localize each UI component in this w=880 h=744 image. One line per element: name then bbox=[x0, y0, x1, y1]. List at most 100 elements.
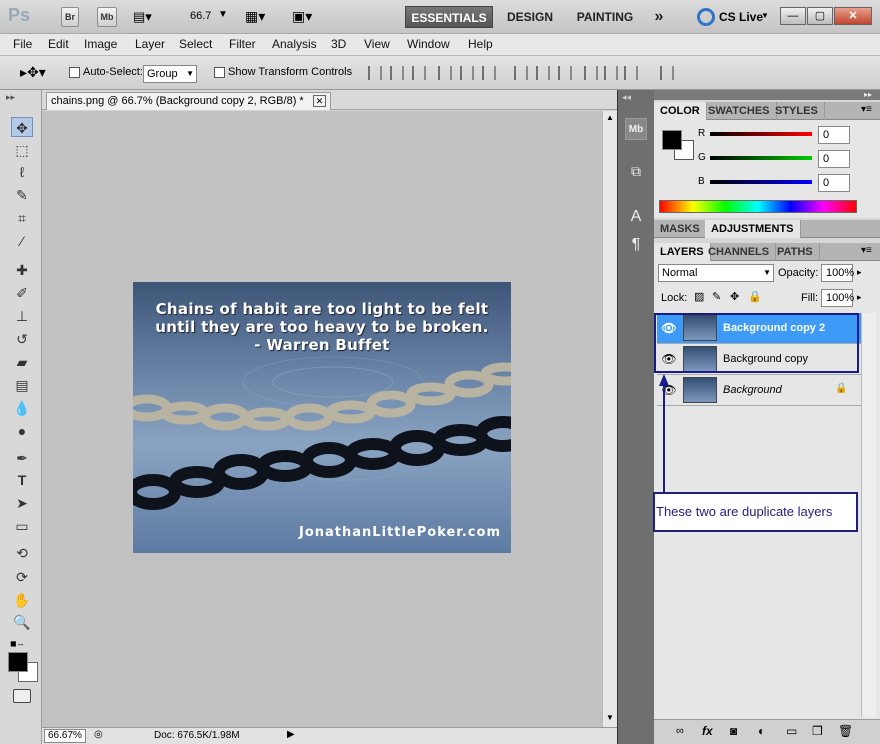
zoom-tool-icon[interactable]: 🔍 bbox=[11, 612, 33, 632]
tab-adjustments[interactable]: ADJUSTMENTS bbox=[705, 220, 801, 238]
layer-row-background[interactable]: 👁 Background 🔒 bbox=[657, 375, 861, 406]
align-hcenter-icon[interactable] bbox=[460, 66, 474, 80]
lock-transparent-icon[interactable]: ▨ bbox=[694, 290, 704, 303]
align-left-icon[interactable] bbox=[438, 66, 452, 80]
close-document-icon[interactable]: ✕ bbox=[312, 95, 327, 107]
clone-stamp-tool-icon[interactable]: ⊥ bbox=[11, 306, 33, 326]
adjustment-layer-icon[interactable]: ◐ bbox=[758, 724, 765, 738]
collapse-strip-icon[interactable]: ◂◂ bbox=[622, 92, 631, 103]
close-button[interactable]: ✕ bbox=[834, 7, 872, 25]
delete-layer-icon[interactable]: 🗑 bbox=[838, 724, 853, 738]
new-group-icon[interactable]: ▭ bbox=[786, 724, 797, 738]
more-workspaces-icon[interactable]: » bbox=[648, 6, 670, 28]
cs-live-label[interactable]: CS Live bbox=[719, 10, 763, 24]
status-menu-icon[interactable]: ▶ bbox=[287, 729, 295, 740]
align-bottom-icon[interactable] bbox=[412, 66, 426, 80]
menu-3d[interactable]: 3D bbox=[331, 37, 346, 51]
eyedropper-tool-icon[interactable]: ⁄ bbox=[11, 231, 33, 251]
lock-all-icon[interactable]: 🔒 bbox=[748, 290, 762, 303]
panel-menu-icon[interactable]: ▾≡ bbox=[861, 104, 872, 115]
new-layer-icon[interactable]: ❐ bbox=[812, 724, 823, 738]
zoom-level[interactable]: 66.7 bbox=[190, 10, 211, 22]
quick-select-tool-icon[interactable]: ✎ bbox=[11, 185, 33, 205]
quick-mask-icon[interactable] bbox=[13, 689, 31, 703]
fill-dropdown-icon[interactable]: ▸ bbox=[857, 292, 862, 303]
opacity-value[interactable]: 100% bbox=[821, 264, 854, 282]
menu-file[interactable]: File bbox=[13, 37, 32, 51]
mini-bridge-panel-icon[interactable]: Mb bbox=[625, 118, 647, 140]
tab-paths[interactable]: PATHS bbox=[771, 243, 820, 261]
g-slider[interactable] bbox=[710, 156, 812, 160]
minimize-button[interactable]: — bbox=[780, 7, 806, 25]
collapse-toolbox-icon[interactable]: ▸▸ bbox=[6, 92, 15, 103]
auto-align-icon[interactable] bbox=[660, 66, 674, 80]
tab-color[interactable]: COLOR bbox=[654, 102, 707, 120]
b-slider[interactable] bbox=[710, 180, 812, 184]
lock-position-icon[interactable]: ✥ bbox=[730, 290, 739, 303]
shape-tool-icon[interactable]: ▭ bbox=[11, 516, 33, 536]
default-colors-icon[interactable]: ◼↔ bbox=[10, 639, 25, 648]
menu-edit[interactable]: Edit bbox=[48, 37, 69, 51]
brush-tool-icon[interactable]: ✐ bbox=[11, 283, 33, 303]
3d-orbit-tool-icon[interactable]: ⟳ bbox=[11, 567, 33, 587]
view-extras-icon[interactable]: ▤▾ bbox=[133, 9, 161, 25]
distribute-hcenter-icon[interactable] bbox=[604, 66, 618, 80]
fx-icon[interactable]: fx bbox=[702, 724, 713, 738]
document-image[interactable]: Chains of habit are too light to be felt… bbox=[133, 282, 511, 553]
history-panel-icon[interactable]: ⧉ bbox=[625, 160, 647, 182]
vertical-scrollbar[interactable]: ▲ ▼ bbox=[602, 111, 617, 727]
scroll-down-icon[interactable]: ▼ bbox=[606, 713, 614, 722]
gradient-tool-icon[interactable]: ▤ bbox=[11, 375, 33, 395]
menu-view[interactable]: View bbox=[364, 37, 390, 51]
b-value[interactable]: 0 bbox=[818, 174, 850, 192]
distribute-right-icon[interactable] bbox=[624, 66, 638, 80]
document-tab[interactable]: chains.png @ 66.7% (Background copy 2, R… bbox=[46, 92, 332, 110]
crop-tool-icon[interactable]: ⌗ bbox=[11, 208, 33, 228]
layers-menu-icon[interactable]: ▾≡ bbox=[861, 245, 872, 256]
distribute-bottom-icon[interactable] bbox=[558, 66, 572, 80]
tab-channels[interactable]: CHANNELS bbox=[702, 243, 777, 261]
eraser-tool-icon[interactable]: ▰ bbox=[11, 352, 33, 372]
move-tool-preset-icon[interactable]: ▸✥▾ bbox=[20, 64, 46, 81]
3d-rotate-tool-icon[interactable]: ⟲ bbox=[11, 543, 33, 563]
status-icon[interactable]: ◎ bbox=[94, 729, 103, 740]
cs-live-dropdown-icon[interactable]: ▼ bbox=[761, 11, 769, 20]
layers-scrollbar[interactable] bbox=[861, 313, 876, 717]
blur-tool-icon[interactable]: 💧 bbox=[11, 398, 33, 418]
auto-select-checkbox[interactable] bbox=[69, 67, 80, 78]
maximize-button[interactable]: ▢ bbox=[807, 7, 833, 25]
tab-swatches[interactable]: SWATCHES bbox=[702, 102, 777, 120]
arrange-documents-icon[interactable]: ▦▾ bbox=[245, 8, 265, 25]
screen-mode-icon[interactable]: ▣▾ bbox=[292, 8, 312, 25]
menu-select[interactable]: Select bbox=[179, 37, 212, 51]
blend-mode-dropdown[interactable]: Normal ▼ bbox=[658, 264, 774, 282]
mini-bridge-button[interactable]: Mb bbox=[97, 7, 117, 27]
history-brush-tool-icon[interactable]: ↺ bbox=[11, 329, 33, 349]
align-vcenter-icon[interactable] bbox=[390, 66, 404, 80]
tab-styles[interactable]: STYLES bbox=[769, 102, 825, 120]
zoom-dropdown-icon[interactable]: ▼ bbox=[218, 9, 228, 20]
pen-tool-icon[interactable]: ✒ bbox=[11, 448, 33, 468]
foreground-color-swatch[interactable] bbox=[8, 652, 28, 672]
workspace-design[interactable]: DESIGN bbox=[500, 6, 560, 28]
menu-layer[interactable]: Layer bbox=[135, 37, 165, 51]
auto-select-dropdown[interactable]: Group ▼ bbox=[143, 65, 197, 83]
bridge-button[interactable]: Br bbox=[61, 7, 79, 27]
move-tool-icon[interactable]: ✥ bbox=[11, 117, 33, 137]
opacity-dropdown-icon[interactable]: ▸ bbox=[857, 267, 862, 278]
dodge-tool-icon[interactable]: ● bbox=[11, 421, 33, 441]
menu-image[interactable]: Image bbox=[84, 37, 117, 51]
r-slider[interactable] bbox=[710, 132, 812, 136]
distribute-top-icon[interactable] bbox=[514, 66, 528, 80]
expand-dock-icon[interactable]: ▸▸ bbox=[864, 90, 872, 99]
healing-brush-tool-icon[interactable]: ✚ bbox=[11, 260, 33, 280]
scroll-up-icon[interactable]: ▲ bbox=[606, 113, 614, 122]
fg-color-chip[interactable] bbox=[662, 130, 682, 150]
fill-value[interactable]: 100% bbox=[821, 289, 854, 307]
g-value[interactable]: 0 bbox=[818, 150, 850, 168]
workspace-essentials[interactable]: ESSENTIALS bbox=[405, 6, 493, 28]
menu-help[interactable]: Help bbox=[468, 37, 493, 51]
menu-analysis[interactable]: Analysis bbox=[272, 37, 317, 51]
hand-tool-icon[interactable]: ✋ bbox=[11, 590, 33, 610]
path-selection-tool-icon[interactable]: ➤ bbox=[11, 493, 33, 513]
